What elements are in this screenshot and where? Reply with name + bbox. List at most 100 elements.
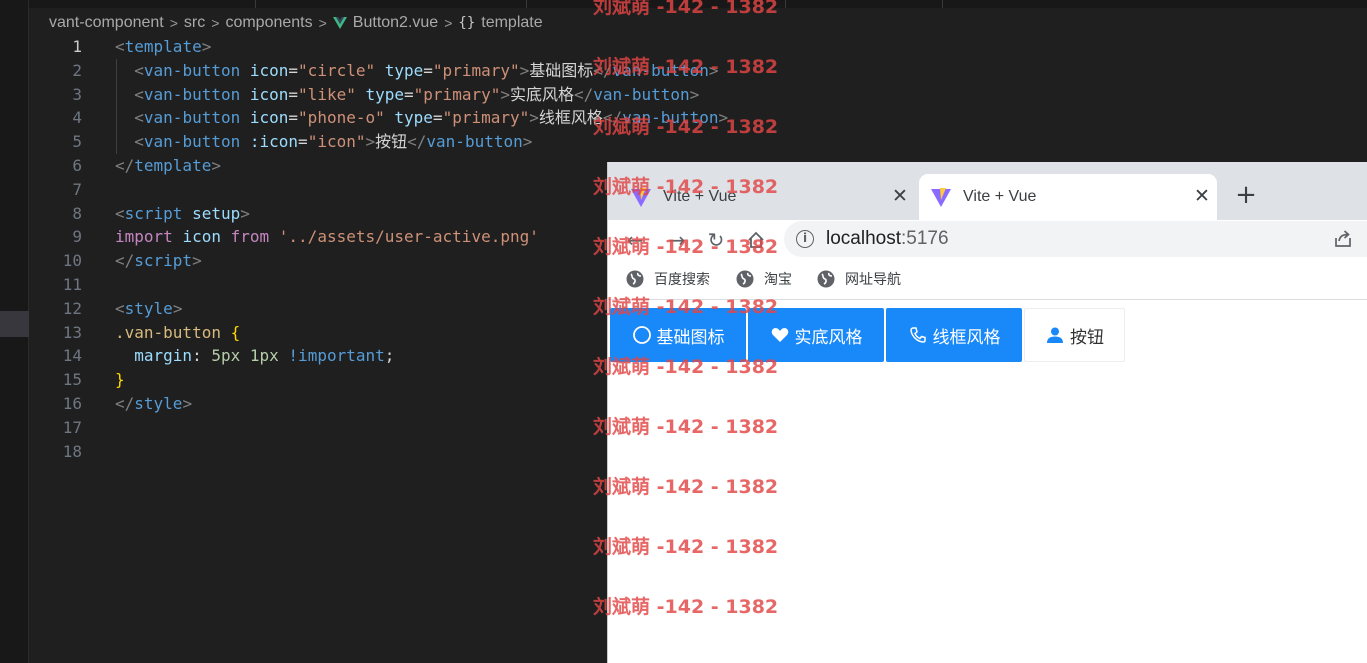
button-label: 按钮 xyxy=(1070,327,1104,348)
new-tab-button[interactable]: + xyxy=(1233,182,1259,209)
code-token: "like" xyxy=(298,84,356,104)
line-number: 7 xyxy=(72,179,82,199)
code-token: van-button xyxy=(593,84,690,104)
tab-separator xyxy=(255,0,256,8)
code-token: = xyxy=(288,84,299,104)
code-text: </script> xyxy=(115,249,202,273)
button-label: 基础图标 xyxy=(656,327,725,348)
code-token: = xyxy=(288,108,299,128)
code-token: '../assets/user-active.png' xyxy=(278,227,539,247)
line-number: 14 xyxy=(62,346,82,366)
back-button[interactable]: ← xyxy=(622,227,648,253)
code-token: </ xyxy=(593,60,613,80)
url-host: localhost xyxy=(826,228,901,249)
breadcrumb-item-symbol[interactable]: template xyxy=(481,14,542,32)
breadcrumb-item-src[interactable]: src xyxy=(184,14,205,32)
code-token: = xyxy=(288,60,299,80)
browser-toolbar: ← → ↻ i localhost:5176 xyxy=(608,220,1367,260)
browser-tab-inactive[interactable]: Vite + Vue ✕ xyxy=(608,174,915,220)
code-token: import xyxy=(115,227,173,247)
code-token: < xyxy=(134,108,144,128)
activity-bar-active-marker xyxy=(0,311,29,337)
code-token: :icon xyxy=(249,132,299,152)
code-token: van-button xyxy=(426,132,523,152)
code-token: type xyxy=(365,84,405,104)
breadcrumb-item-project[interactable]: vant-component xyxy=(49,14,164,32)
vite-logo-icon xyxy=(631,187,651,207)
code-token: 线框风格 xyxy=(538,108,603,128)
button-custom-icon[interactable]: 按钮 xyxy=(1024,308,1125,362)
code-token: < xyxy=(134,132,144,152)
code-token: > xyxy=(529,108,539,128)
code-text: </template> xyxy=(115,154,221,178)
button-solid-style[interactable]: 实底风格 xyxy=(748,308,884,362)
code-token: > xyxy=(500,84,510,104)
code-token: "circle" xyxy=(298,60,376,80)
globe-icon xyxy=(626,270,644,288)
code-token: > xyxy=(522,132,533,152)
address-bar[interactable]: i localhost:5176 xyxy=(784,221,1367,257)
url-text: localhost:5176 xyxy=(826,228,949,250)
close-icon[interactable]: ✕ xyxy=(1191,186,1213,208)
breadcrumb-item-components[interactable]: components xyxy=(225,14,312,32)
line-number: 18 xyxy=(62,441,82,461)
user-icon xyxy=(1047,327,1063,343)
code-text: margin: 5px 1px !important; xyxy=(115,344,394,368)
code-token: van-button xyxy=(622,108,719,128)
globe-icon xyxy=(817,270,835,288)
forward-button[interactable]: → xyxy=(664,227,690,253)
code-token: 基础图标 xyxy=(529,60,594,80)
code-token: van-button xyxy=(143,108,241,128)
code-text: <van-button :icon="icon">按钮</van-button> xyxy=(115,130,532,154)
code-token: script xyxy=(124,203,183,223)
code-token: > xyxy=(718,108,729,128)
code-text: <style> xyxy=(115,297,182,321)
breadcrumb: vant-component > src > components > Butt… xyxy=(49,12,543,34)
bookmarks-bar: 百度搜索 淘宝 网址导航 xyxy=(608,260,1367,300)
code-token: style xyxy=(134,393,183,413)
bookmark-item[interactable]: 淘宝 xyxy=(736,268,792,290)
code-token: > xyxy=(182,393,193,413)
bookmark-item[interactable]: 网址导航 xyxy=(817,268,901,290)
browser-tab-active[interactable]: Vite + Vue ✕ xyxy=(919,174,1217,220)
close-icon[interactable]: ✕ xyxy=(889,186,911,208)
code-text: <van-button icon="phone-o" type="primary… xyxy=(115,106,728,130)
code-token: from xyxy=(230,227,270,247)
code-token: < xyxy=(115,298,125,318)
code-token: = xyxy=(432,108,443,128)
bookmark-label: 网址导航 xyxy=(845,272,901,288)
tab-separator xyxy=(526,0,527,8)
button-label: 线框风格 xyxy=(932,327,1001,348)
bookmark-item[interactable]: 百度搜索 xyxy=(626,268,710,290)
code-token: > xyxy=(211,155,221,175)
code-token: icon xyxy=(249,60,289,80)
code-text: </style> xyxy=(115,392,192,416)
chevron-right-icon: > xyxy=(444,15,453,31)
code-token: < xyxy=(134,60,144,80)
chevron-right-icon: > xyxy=(211,15,220,31)
reload-button[interactable]: ↻ xyxy=(703,227,729,253)
code-token: > xyxy=(365,132,376,152)
breadcrumb-item-file[interactable]: Button2.vue xyxy=(353,14,438,32)
code-text: <script setup> xyxy=(115,202,250,226)
button-basic-icon[interactable]: 基础图标 xyxy=(610,308,746,362)
code-token: = xyxy=(423,60,433,80)
code-token: > xyxy=(172,298,183,318)
home-icon[interactable] xyxy=(746,230,766,250)
share-icon[interactable] xyxy=(1332,228,1354,250)
code-token: template xyxy=(124,37,202,56)
code-token: icon xyxy=(182,227,221,247)
code-token: > xyxy=(708,60,719,80)
code-token: > xyxy=(689,84,700,104)
button-outline-style[interactable]: 线框风格 xyxy=(886,308,1022,362)
tab-separator xyxy=(785,0,786,8)
line-number: 12 xyxy=(62,298,82,318)
site-info-icon[interactable]: i xyxy=(796,230,814,248)
